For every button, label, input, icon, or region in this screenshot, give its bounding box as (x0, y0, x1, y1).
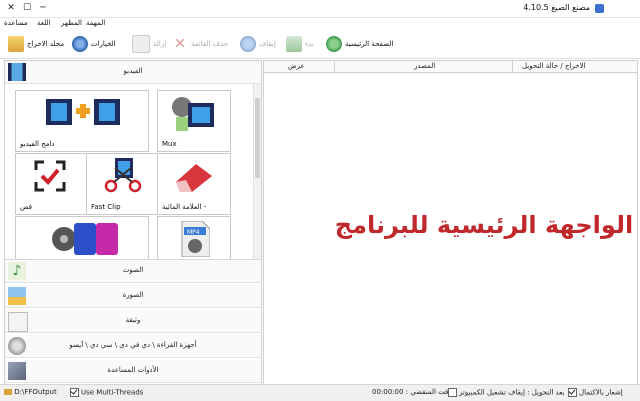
menu-skin[interactable]: المظهر (61, 19, 82, 27)
start-label: بدء (305, 40, 314, 48)
app-icon (595, 4, 604, 13)
category-video-label: الفيديو (123, 67, 143, 75)
output-path-button[interactable]: D:\FFOutput (4, 388, 57, 396)
crop-icon (34, 160, 66, 192)
task-list-header: عرض المصدر الاخراج / حالة التحويل (264, 61, 637, 73)
category-audio-label: الصوت (122, 266, 144, 274)
scissors-icon (104, 158, 142, 193)
scrollbar-thumb[interactable] (255, 98, 260, 178)
output-path: D:\FFOutput (14, 388, 57, 396)
overlay-caption: الواجهة الرئيسية للبرنامج (334, 211, 634, 239)
stop-button[interactable]: إيقاف (240, 34, 276, 54)
category-panel: الفيديو دامج الفيديو Mux قص Fast Clip ال… (4, 60, 262, 385)
column-preview[interactable]: عرض (288, 62, 305, 70)
menu-bar: مساعدة اللغة المظهر المهمة (0, 17, 640, 30)
options-button[interactable]: الخيارات (72, 34, 116, 54)
tile-watermark-label: العلامة المائية - (162, 203, 207, 211)
column-separator (334, 61, 335, 72)
start-button[interactable]: بدء (286, 34, 314, 54)
tile-fast-clip-label: Fast Clip (91, 203, 121, 211)
mux-icon (172, 97, 214, 131)
column-source[interactable]: المصدر (414, 62, 435, 70)
tile-mux[interactable]: Mux (157, 90, 231, 152)
devices-icon (52, 223, 118, 255)
menu-help[interactable]: مساعدة (4, 19, 28, 27)
category-video[interactable]: الفيديو (5, 61, 261, 84)
svg-text:MP4: MP4 (187, 229, 200, 236)
tile-watermark[interactable]: العلامة المائية - (157, 153, 231, 215)
column-separator (512, 61, 513, 72)
tile-devices[interactable] (15, 216, 149, 259)
eraser-icon (176, 164, 212, 192)
menu-language[interactable]: اللغة (37, 19, 51, 27)
home-icon (326, 36, 342, 52)
settings-icon (72, 36, 88, 52)
mp4-file-icon: MP4 (181, 221, 210, 257)
start-icon (286, 36, 302, 52)
remove-button[interactable]: إزالة (132, 34, 166, 54)
multithreads-checkbox[interactable]: Use Multi-Threads (70, 388, 143, 397)
notify-label: إشعار بالاكتمال (579, 388, 623, 397)
category-rom-label: أجهزة القراءة \ دي في دي \ سي دي \ آيسو (69, 341, 197, 349)
video-tools-area: دامج الفيديو Mux قص Fast Clip العلامة ال… (5, 84, 261, 260)
category-image-label: الصورة (122, 291, 144, 299)
home-button[interactable]: الصفحة الرئيسية (326, 34, 393, 54)
tile-mp4[interactable]: MP4 (157, 216, 231, 259)
shutdown-label: بعد التحويل : إيقاف تشغيل الكمبيوتر (459, 388, 565, 397)
clear-list-button[interactable]: ✕ حذف القائمة (172, 34, 228, 54)
minimize-icon[interactable]: ─ (36, 2, 50, 14)
stop-label: إيقاف (259, 40, 276, 48)
category-document[interactable]: وثيقة (5, 310, 261, 333)
close-icon[interactable]: ✕ (4, 2, 18, 14)
clear-list-label: حذف القائمة (191, 40, 228, 48)
tile-video-joiner-label: دامج الفيديو (20, 140, 55, 148)
tile-fast-clip[interactable]: Fast Clip (86, 153, 160, 215)
folder-icon (4, 389, 12, 395)
task-list-panel: عرض المصدر الاخراج / حالة التحويل الواجه… (263, 60, 638, 385)
tile-crop[interactable]: قص (15, 153, 89, 215)
output-folder-label: مجلد الاخراج (27, 40, 65, 48)
title-bar: ✕ ☐ ─ مصنع الصيغ 4.10.5 (0, 0, 640, 18)
shutdown-checkbox[interactable]: بعد التحويل : إيقاف تشغيل الكمبيوتر (448, 388, 565, 397)
elapsed-time: 00:00:00 : الوقت المنقضي (372, 388, 457, 396)
checkbox-icon (70, 388, 79, 397)
status-bar: D:\FFOutput Use Multi-Threads 00:00:00 :… (0, 384, 640, 401)
category-document-label: وثيقة (125, 316, 141, 324)
home-label: الصفحة الرئيسية (345, 40, 394, 48)
output-folder-button[interactable]: مجلد الاخراج (8, 34, 64, 54)
tile-mux-label: Mux (162, 140, 177, 148)
tile-video-joiner[interactable]: دامج الفيديو (15, 90, 149, 152)
column-output-status[interactable]: الاخراج / حالة التحويل (522, 62, 586, 70)
checkbox-icon (568, 388, 577, 397)
delete-icon: ✕ (174, 36, 186, 52)
notify-checkbox[interactable]: إشعار بالاكتمال (568, 388, 623, 397)
folder-icon (8, 36, 24, 52)
menu-task[interactable]: المهمة (86, 19, 105, 27)
maximize-icon[interactable]: ☐ (20, 2, 34, 14)
window-title: مصنع الصيغ 4.10.5 (523, 3, 590, 12)
options-label: الخيارات (91, 40, 116, 48)
category-tools-label: الأدوات المساعدة (107, 366, 159, 374)
remove-label: إزالة (153, 40, 167, 48)
video-joiner-icon (46, 99, 120, 125)
tile-crop-label: قص (20, 203, 32, 211)
toolbar: مجلد الاخراج الخيارات إزالة ✕ حذف القائم… (0, 30, 640, 59)
category-audio[interactable]: ♪ الصوت (5, 260, 261, 283)
video-tools-scrollbar[interactable] (253, 84, 261, 259)
stop-icon (240, 36, 256, 52)
multithreads-label: Use Multi-Threads (81, 388, 144, 397)
category-rom[interactable]: أجهزة القراءة \ دي في دي \ سي دي \ آيسو (5, 335, 261, 358)
document-icon (132, 35, 150, 53)
category-tools[interactable]: الأدوات المساعدة (5, 360, 261, 383)
checkbox-icon (448, 388, 457, 397)
category-image[interactable]: الصورة (5, 285, 261, 308)
